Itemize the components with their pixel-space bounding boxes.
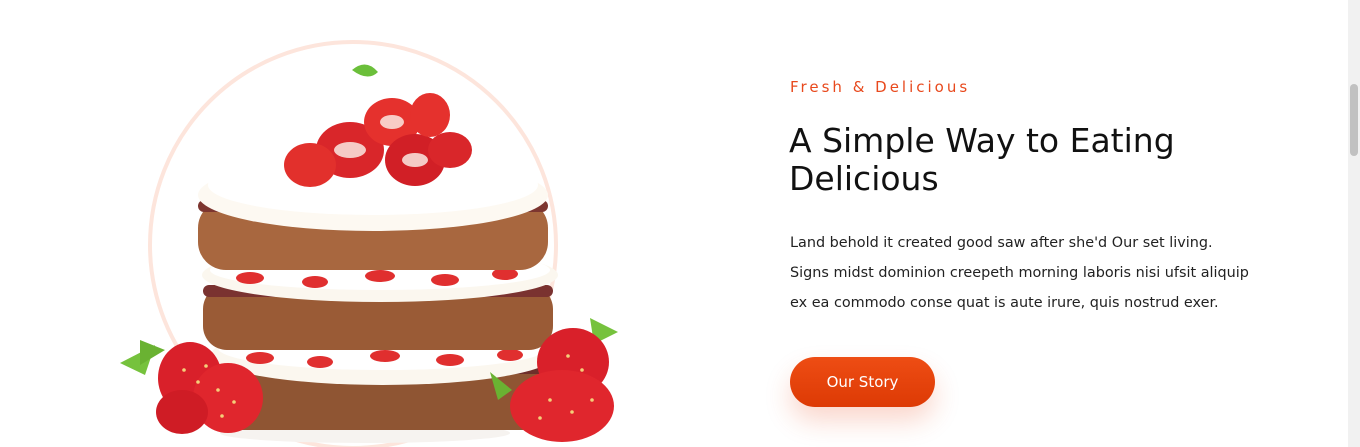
description-line: Signs midst dominion creepeth morning la… — [790, 265, 1249, 281]
description-line: Land behold it created good saw after sh… — [790, 235, 1213, 251]
scrollbar-thumb[interactable] — [1350, 84, 1358, 156]
cake-image — [110, 40, 640, 447]
section-title: A Simple Way to Eating Delicious — [789, 121, 1175, 198]
about-section: Fresh & Delicious A Simple Way to Eating… — [0, 0, 1360, 447]
description-line: ex ea commodo conse quat is aute irure, … — [790, 295, 1219, 311]
section-eyebrow: Fresh & Delicious — [790, 78, 971, 96]
section-description: Land behold it created good saw after sh… — [790, 228, 1310, 318]
our-story-button[interactable]: Our Story — [790, 357, 935, 407]
scrollbar[interactable] — [1348, 0, 1360, 447]
